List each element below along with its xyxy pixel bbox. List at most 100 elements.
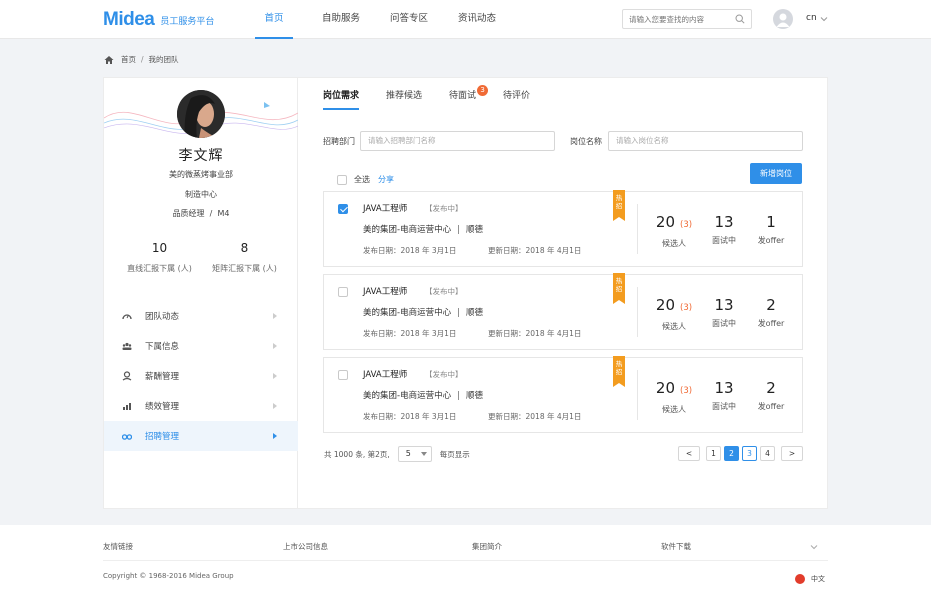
hot-ribbon: 热招 — [613, 190, 625, 221]
metric-offers[interactable]: 2 发offer — [749, 380, 793, 412]
menu-item-team-news[interactable]: 团队动态 — [104, 301, 298, 331]
tab-pending-interview[interactable]: 待面试 3 — [449, 78, 489, 110]
menu-label: 下属信息 — [145, 342, 180, 352]
search-box — [622, 9, 752, 29]
nav-home[interactable]: 首页 — [255, 0, 293, 39]
breadcrumb-home[interactable]: 首页 — [121, 54, 136, 65]
footer-links: 友情链接 上市公司信息 集团简介 软件下载 — [103, 541, 828, 561]
stat-direct-reports[interactable]: 10 直线汇报下属 (人) — [111, 241, 208, 274]
metric-value: 1 — [766, 213, 776, 231]
user-avatar[interactable] — [773, 9, 793, 29]
language-selector[interactable]: cn — [806, 13, 817, 23]
footer-link-download[interactable]: 软件下载 — [661, 541, 691, 552]
metric-offers[interactable]: 1 发offer — [749, 214, 793, 246]
page-button[interactable]: 1 — [706, 446, 721, 461]
update-date: 更新日期：2018 年 4月1日 — [488, 412, 582, 421]
menu-item-salary[interactable]: 薪酬管理 — [104, 361, 298, 391]
menu-item-subordinates[interactable]: 下属信息 — [104, 331, 298, 361]
footer-link-listed[interactable]: 上市公司信息 — [283, 541, 328, 552]
job-card[interactable]: JAVA工程师 【发布中】 美的集团-电商运营中心 | 顺德 发布日期：2018 年… — [323, 190, 803, 267]
separator: | — [457, 391, 460, 401]
speedometer-icon — [122, 314, 132, 320]
add-job-button[interactable]: 新增岗位 — [750, 163, 802, 184]
main-card: 李文辉 美的微蒸烤事业部 制造中心 品质经理 / M4 10 直线汇报下属 (人… — [103, 77, 828, 509]
metric-label: 发offer — [757, 236, 785, 245]
metric-candidates[interactable]: 20 (3) 候选人 — [650, 297, 698, 332]
job-status: 【发布中】 — [425, 370, 463, 379]
job-checkbox[interactable] — [338, 204, 348, 214]
metric-candidates[interactable]: 20 (3) 候选人 — [650, 214, 698, 249]
chevron-down-icon[interactable] — [810, 543, 818, 551]
user-icon — [776, 13, 790, 27]
stat-matrix-reports[interactable]: 8 矩阵汇报下属 (人) — [196, 241, 293, 274]
job-checkbox[interactable] — [338, 370, 348, 380]
home-icon[interactable] — [104, 55, 114, 65]
job-status: 【发布中】 — [425, 287, 463, 296]
binoculars-icon — [122, 434, 132, 440]
page-button[interactable]: 3 — [742, 446, 757, 461]
search-icon[interactable] — [735, 14, 745, 24]
job-card[interactable]: JAVA工程师 【发布中】 美的集团-电商运营中心 | 顺德 发布日期：2018 年… — [323, 273, 803, 350]
job-card[interactable]: JAVA工程师 【发布中】 美的集团-电商运营中心 | 顺德 发布日期：2018 年… — [323, 356, 803, 433]
metric-label: 面试中 — [712, 236, 736, 245]
menu-item-recruitment[interactable]: 招聘管理 — [104, 421, 298, 451]
next-page-button[interactable]: > — [781, 446, 803, 461]
job-checkbox[interactable] — [338, 287, 348, 297]
search-input[interactable] — [623, 10, 731, 28]
job-org: 美的集团-电商运营中心 | 顺德 — [363, 306, 483, 318]
brand-logo[interactable]: Midea 员工服务平台 — [103, 9, 214, 31]
pagination-info: 共 1000 条, 第2页, 5 每页显示 — [324, 446, 470, 462]
metric-offers[interactable]: 2 发offer — [749, 297, 793, 329]
caret-down-icon — [420, 452, 427, 456]
main-nav: 首页 自助服务 问答专区 资讯动态 — [255, 0, 501, 39]
publish-date: 发布日期：2018 年 3月1日 — [363, 329, 457, 338]
share-link[interactable]: 分享 — [378, 174, 394, 185]
page-size-select[interactable]: 5 — [397, 446, 432, 462]
update-date: 更新日期：2018 年 4月1日 — [488, 246, 582, 255]
footer-link-about[interactable]: 集团简介 — [472, 541, 502, 552]
recruit-tabs: 岗位需求 推荐候选 待面试 3 待评价 — [323, 78, 557, 110]
tab-pending-review[interactable]: 待评价 — [503, 78, 530, 110]
stat-value: 8 — [240, 241, 249, 255]
footer-link-friends[interactable]: 友情链接 — [103, 541, 133, 552]
metric-value: 20 — [655, 213, 676, 231]
select-all-checkbox[interactable] — [337, 174, 347, 185]
metric-interviews[interactable]: 13 面试中 — [702, 214, 746, 246]
page-button-current[interactable]: 2 — [724, 446, 739, 461]
stat-label: 直线汇报下属 (人) — [127, 264, 192, 273]
page-button[interactable]: 4 — [760, 446, 775, 461]
prev-page-button[interactable]: < — [678, 446, 700, 461]
nav-qa[interactable]: 问答专区 — [385, 0, 433, 39]
metric-interviews[interactable]: 13 面试中 — [702, 380, 746, 412]
job-title[interactable]: JAVA工程师 — [363, 285, 407, 297]
publish-date: 发布日期：2018 年 3月1日 — [363, 246, 457, 255]
metric-value: 13 — [714, 379, 734, 397]
metric-interviews[interactable]: 13 面试中 — [702, 297, 746, 329]
salary-icon — [122, 371, 132, 381]
separator: | — [457, 225, 460, 235]
job-title[interactable]: JAVA工程师 — [363, 368, 407, 380]
job-status: 【发布中】 — [425, 204, 463, 213]
chevron-down-icon[interactable] — [820, 15, 828, 23]
job-org: 美的集团-电商运营中心 | 顺德 — [363, 389, 483, 401]
job-title[interactable]: JAVA工程师 — [363, 202, 407, 214]
dept-filter-input[interactable]: 请输入招聘部门名称 — [360, 131, 555, 151]
menu-label: 薪酬管理 — [145, 372, 180, 382]
tab-label: 待面试 — [449, 91, 477, 101]
nav-self-service[interactable]: 自助服务 — [317, 0, 365, 39]
logo-subtitle: 员工服务平台 — [160, 16, 215, 27]
caret-right-icon — [273, 433, 277, 439]
stat-value: 10 — [151, 241, 168, 255]
post-filter-input[interactable]: 请输入岗位名称 — [608, 131, 803, 151]
tab-job-demand[interactable]: 岗位需求 — [323, 78, 360, 110]
tab-recommended[interactable]: 推荐候选 — [386, 78, 422, 110]
menu-item-performance[interactable]: 绩效管理 — [104, 391, 298, 421]
metric-candidates[interactable]: 20 (3) 候选人 — [650, 380, 698, 415]
nav-news[interactable]: 资讯动态 — [453, 0, 501, 39]
page-size-value: 5 — [405, 449, 411, 458]
update-date: 更新日期：2018 年 4月1日 — [488, 329, 582, 338]
caret-right-icon — [273, 343, 277, 349]
profile-role: 品质经理 / M4 — [104, 208, 298, 219]
footer-language[interactable]: 中文 — [795, 574, 825, 584]
dept-filter-label: 招聘部门 — [323, 137, 355, 146]
